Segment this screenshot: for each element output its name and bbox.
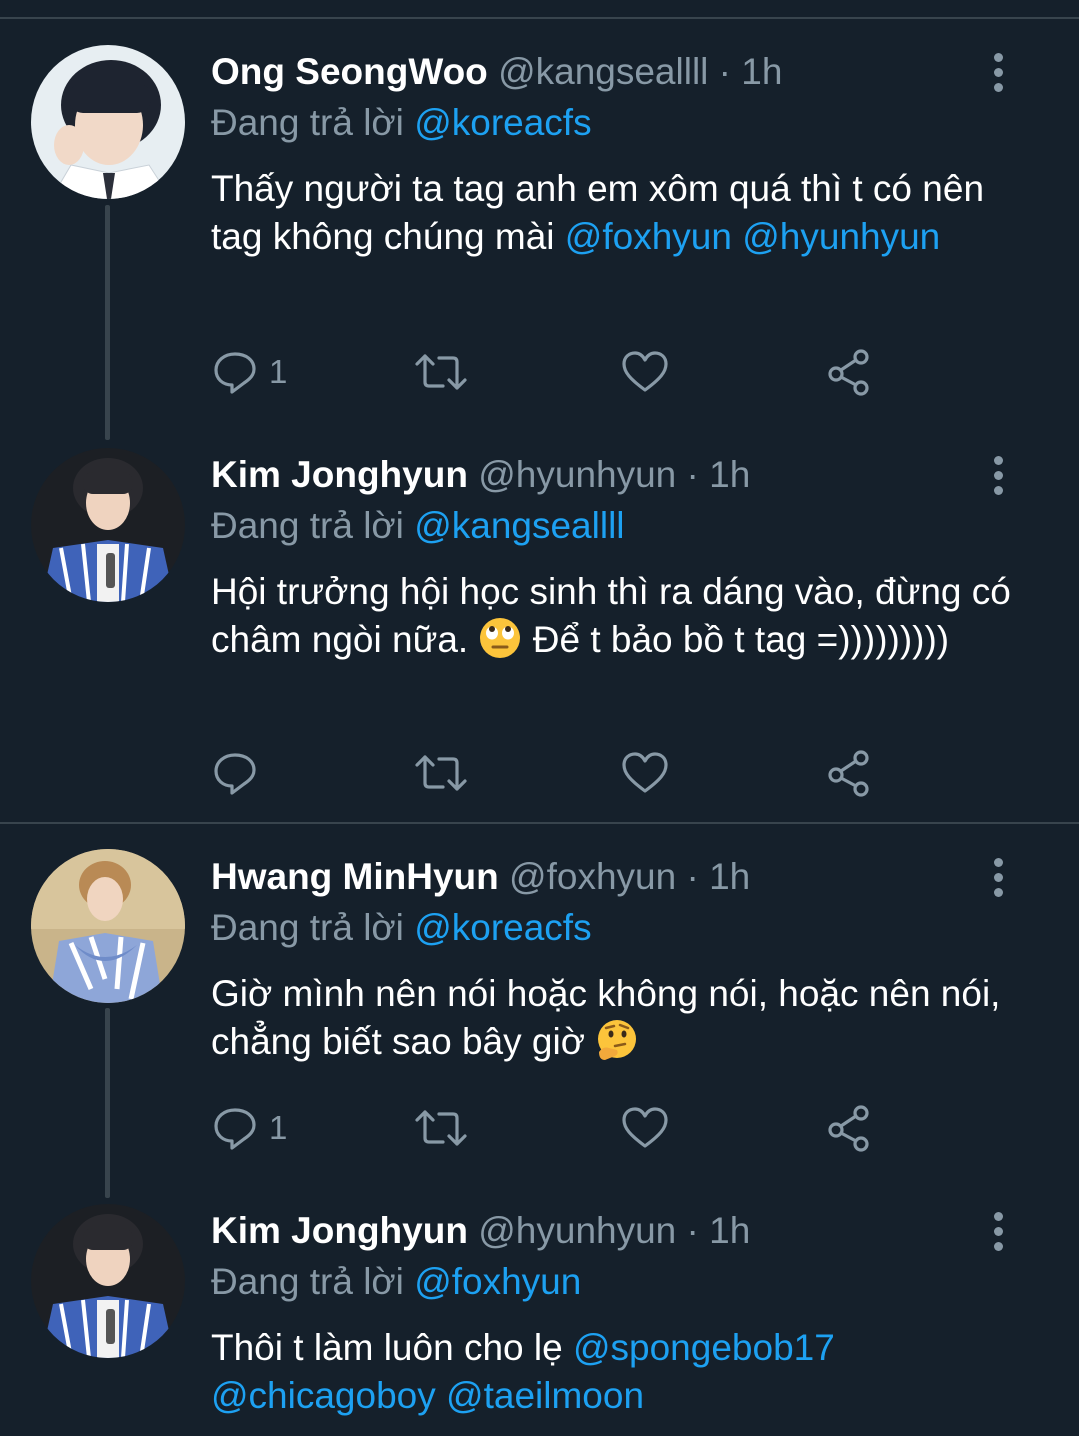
tweet-text: Giờ mình nên nói hoặc không nói, hoặc nê… [211,970,1031,1074]
reply-mention[interactable]: @koreacfs [414,102,591,143]
share-button[interactable] [825,745,875,801]
handle-time: @hyunhyun · 1h [478,454,751,495]
share-icon [828,349,869,396]
avatar[interactable] [31,1204,185,1358]
tweet[interactable]: Ong SeongWoo @kangseallll · 1h Đang trả … [0,0,1079,420]
avatar[interactable] [31,448,185,602]
reply-button[interactable]: 1 [211,344,287,400]
handle-time: @kangseallll · 1h [498,51,783,92]
mention-link[interactable]: @taeilmoon [446,1375,644,1416]
text-segment [436,1375,446,1416]
replying-to-label: Đang trả lời [211,907,404,948]
like-button[interactable] [620,344,670,400]
replying-to: Đang trả lời @koreacfs [211,903,592,953]
replying-to: Đang trả lời @koreacfs [211,98,592,148]
tweet-text: Hội trưởng hội học sinh thì ra dáng vào,… [211,568,1031,672]
more-icon[interactable] [978,47,1018,97]
reply-count: 1 [269,1109,288,1146]
handle-time: @foxhyun · 1h [509,856,751,897]
reply-mention[interactable]: @koreacfs [414,907,591,948]
reply-icon [214,352,256,394]
tweet-actions [211,745,911,801]
reply-icon [214,1108,256,1150]
reply-button[interactable]: 1 [211,1100,287,1156]
like-button[interactable] [620,745,670,801]
text-segment [732,216,742,257]
retweet-icon [415,755,467,791]
like-icon [622,1107,668,1148]
tweet-header: Ong SeongWoo @kangseallll · 1h [211,47,782,97]
retweet-icon [415,1110,467,1146]
like-button[interactable] [620,1100,670,1156]
retweet-icon [415,354,467,390]
tweet[interactable]: Hwang MinHyun @foxhyun · 1h Đang trả lời… [0,824,1079,1194]
more-icon[interactable] [978,450,1018,500]
tweet-text: Thôi t làm luôn cho lẹ @spongebob17 @chi… [211,1324,1031,1420]
mention-link[interactable]: @spongebob17 [573,1327,835,1368]
thinking-face-icon [595,1018,639,1074]
replying-to-label: Đang trả lời [211,102,404,143]
tweet[interactable]: Kim Jonghyun @hyunhyun · 1h Đang trả lời… [0,1176,1079,1436]
replying-to-label: Đang trả lời [211,1261,404,1302]
tweet[interactable]: Kim Jonghyun @hyunhyun · 1h Đang trả lời… [0,420,1079,820]
reply-mention[interactable]: @foxhyun [414,1261,581,1302]
replying-to: Đang trả lời @kangseallll [211,501,625,551]
more-icon[interactable] [978,1206,1018,1256]
mention-link[interactable]: @foxhyun [565,216,732,257]
share-icon [828,750,869,797]
tweet-text: Thấy người ta tag anh em xôm quá thì t c… [211,165,1031,261]
display-name[interactable]: Kim Jonghyun [211,454,468,495]
tweet-actions: 1 [211,344,911,400]
text-segment: Thôi t làm luôn cho lẹ [211,1327,573,1368]
share-button[interactable] [825,344,875,400]
tweet-header: Kim Jonghyun @hyunhyun · 1h [211,450,750,500]
handle-time: @hyunhyun · 1h [478,1210,751,1251]
share-button[interactable] [825,1100,875,1156]
share-icon [828,1105,869,1152]
avatar[interactable] [31,45,185,199]
reply-button[interactable] [211,745,259,801]
avatar[interactable] [31,849,185,1003]
tweet-actions: 1 [211,1100,911,1156]
replying-to-label: Đang trả lời [211,505,404,546]
retweet-button[interactable] [413,745,469,801]
tweet-header: Kim Jonghyun @hyunhyun · 1h [211,1206,750,1256]
reply-icon [214,753,256,795]
mention-link[interactable]: @chicagoboy [211,1375,436,1416]
replying-to: Đang trả lời @foxhyun [211,1257,581,1307]
mention-link[interactable]: @hyunhyun [742,216,940,257]
reply-mention[interactable]: @kangseallll [414,505,624,546]
face-with-rolling-eyes-icon [478,616,522,672]
more-icon[interactable] [978,852,1018,902]
display-name[interactable]: Kim Jonghyun [211,1210,468,1251]
display-name[interactable]: Hwang MinHyun [211,856,499,897]
like-icon [622,752,668,793]
text-segment: Để t bảo bồ t tag =))))))))) [522,619,950,660]
retweet-button[interactable] [413,1100,469,1156]
like-icon [622,351,668,392]
reply-count: 1 [269,353,288,390]
retweet-button[interactable] [413,344,469,400]
tweet-header: Hwang MinHyun @foxhyun · 1h [211,852,750,902]
display-name[interactable]: Ong SeongWoo [211,51,488,92]
